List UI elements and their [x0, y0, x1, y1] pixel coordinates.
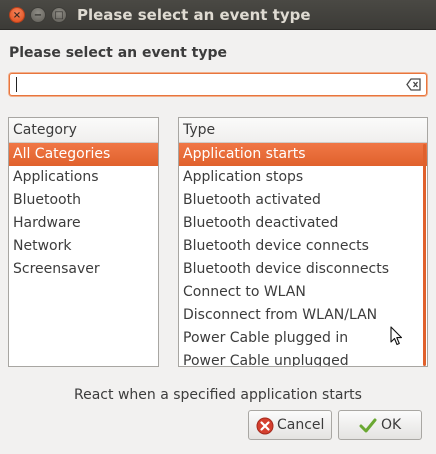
category-list-item[interactable]: All Categories [9, 143, 158, 166]
search-field[interactable] [9, 73, 427, 96]
text-caret [16, 77, 17, 92]
category-list-item[interactable]: Bluetooth [9, 189, 158, 212]
search-input[interactable] [15, 76, 395, 93]
checkmark-icon [359, 418, 377, 433]
category-list[interactable]: Category All Categories Applications Bluet… [8, 117, 159, 367]
cancel-button[interactable]: Cancel [248, 410, 332, 440]
type-list-item[interactable]: Bluetooth device connects [179, 235, 427, 258]
cancel-button-label: Cancel [277, 417, 325, 433]
type-list-item[interactable]: Application starts [179, 143, 427, 166]
category-list-item[interactable]: Hardware [9, 212, 158, 235]
type-list-item[interactable]: Application stops [179, 166, 427, 189]
type-list-item[interactable]: Power Cable unplugged [179, 350, 427, 366]
category-list-item[interactable]: Screensaver [9, 258, 158, 281]
type-list-scrollbar[interactable] [423, 144, 426, 366]
type-list-item[interactable]: Connect to WLAN [179, 281, 427, 304]
type-list-item[interactable]: Bluetooth device disconnects [179, 258, 427, 281]
window-maximize-button[interactable]: □ [51, 7, 67, 23]
dialog-heading: Please select an event type [9, 45, 227, 61]
type-list-item[interactable]: Disconnect from WLAN/LAN [179, 304, 427, 327]
clear-text-icon[interactable] [406, 77, 422, 92]
type-list-item[interactable]: Bluetooth deactivated [179, 212, 427, 235]
ok-button-label: OK [381, 417, 402, 433]
cancel-icon [256, 417, 274, 435]
type-column-header[interactable]: Type [179, 118, 427, 143]
type-list-item[interactable]: Bluetooth activated [179, 189, 427, 212]
ok-button[interactable]: OK [338, 410, 422, 440]
dialog-body: Please select an event type Category All… [0, 30, 436, 454]
category-column-header[interactable]: Category [9, 118, 158, 143]
mouse-pointer-icon [390, 326, 403, 346]
window-title: Please select an event type [77, 6, 311, 24]
window-minimize-button[interactable]: − [30, 7, 46, 23]
event-description: React when a specified application start… [74, 387, 362, 403]
window-close-button[interactable]: × [9, 7, 25, 23]
category-list-item[interactable]: Applications [9, 166, 158, 189]
title-bar: × − □ Please select an event type [0, 0, 436, 30]
category-list-item[interactable]: Network [9, 235, 158, 258]
